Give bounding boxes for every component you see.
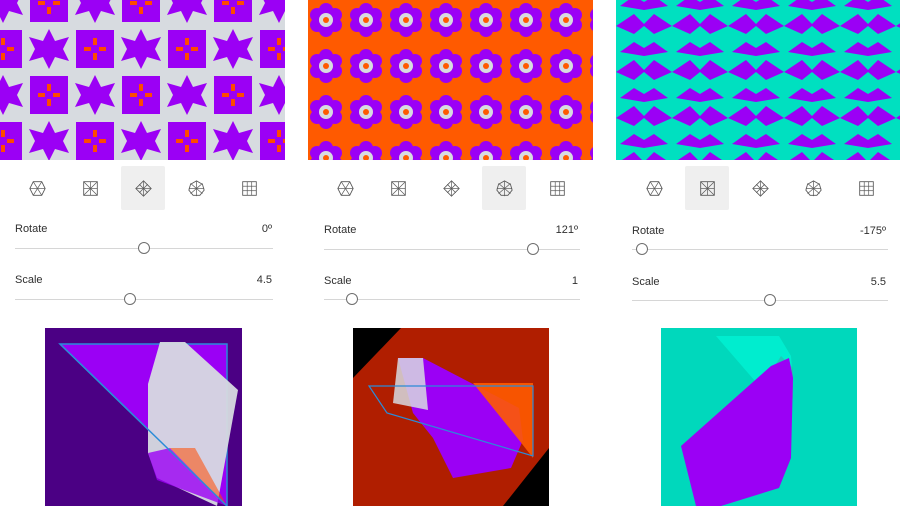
pattern-panel-2: Rotate 121º Scale 1: [308, 0, 593, 506]
diamond-symmetry-icon[interactable]: [429, 166, 473, 210]
symmetry-toolbar-2: [323, 166, 585, 210]
square-symmetry-icon[interactable]: [376, 166, 420, 210]
pattern-panel-1: Rotate 0º Scale 4.5: [0, 0, 285, 506]
scale-slider-track[interactable]: [15, 299, 273, 300]
symmetry-toolbar-1: [15, 166, 277, 210]
hexagon-symmetry-icon[interactable]: [15, 166, 59, 210]
pattern-preview-2: [308, 0, 593, 160]
grid-symmetry-icon[interactable]: [535, 166, 579, 210]
hexagon-symmetry-icon[interactable]: [632, 166, 676, 210]
rotate-slider-thumb[interactable]: [636, 243, 648, 255]
scale-label: Scale: [15, 274, 43, 286]
rotate-value: -175º: [859, 225, 886, 237]
rotate-label: Rotate: [324, 224, 357, 236]
scale-slider-track[interactable]: [632, 300, 888, 301]
scale-slider-thumb[interactable]: [124, 293, 136, 305]
scale-value: 5.5: [870, 276, 886, 288]
scale-label: Scale: [632, 276, 660, 288]
rotate-value: 121º: [555, 224, 578, 236]
symmetry-toolbar-3: [632, 166, 894, 210]
square-symmetry-icon[interactable]: [685, 166, 729, 210]
radial-symmetry-icon[interactable]: [791, 166, 835, 210]
pattern-preview-3: [616, 0, 900, 160]
tile-editor-1[interactable]: [45, 328, 242, 506]
grid-symmetry-icon[interactable]: [227, 166, 271, 210]
rotate-label: Rotate: [15, 223, 48, 235]
rotate-slider-thumb[interactable]: [138, 242, 150, 254]
rotate-slider-thumb[interactable]: [527, 243, 539, 255]
square-symmetry-icon[interactable]: [68, 166, 112, 210]
scale-slider-track[interactable]: [324, 299, 580, 300]
pattern-panel-3: Rotate -175º Scale 5.5: [616, 0, 900, 506]
radial-symmetry-icon[interactable]: [482, 166, 526, 210]
scale-slider-thumb[interactable]: [346, 293, 358, 305]
radial-symmetry-icon[interactable]: [174, 166, 218, 210]
diamond-symmetry-icon[interactable]: [738, 166, 782, 210]
scale-label: Scale: [324, 275, 352, 287]
rotate-label: Rotate: [632, 225, 665, 237]
hexagon-symmetry-icon[interactable]: [323, 166, 367, 210]
diamond-symmetry-icon[interactable]: [121, 166, 165, 210]
scale-value: 1: [571, 275, 578, 287]
tile-editor-3[interactable]: [661, 328, 857, 506]
scale-slider-thumb[interactable]: [764, 294, 776, 306]
rotate-value: 0º: [261, 223, 272, 235]
rotate-slider-track[interactable]: [632, 249, 888, 250]
grid-symmetry-icon[interactable]: [844, 166, 888, 210]
tile-editor-2[interactable]: [353, 328, 549, 506]
pattern-preview-1: [0, 0, 285, 160]
rotate-slider-track[interactable]: [324, 249, 580, 250]
scale-value: 4.5: [256, 274, 272, 286]
